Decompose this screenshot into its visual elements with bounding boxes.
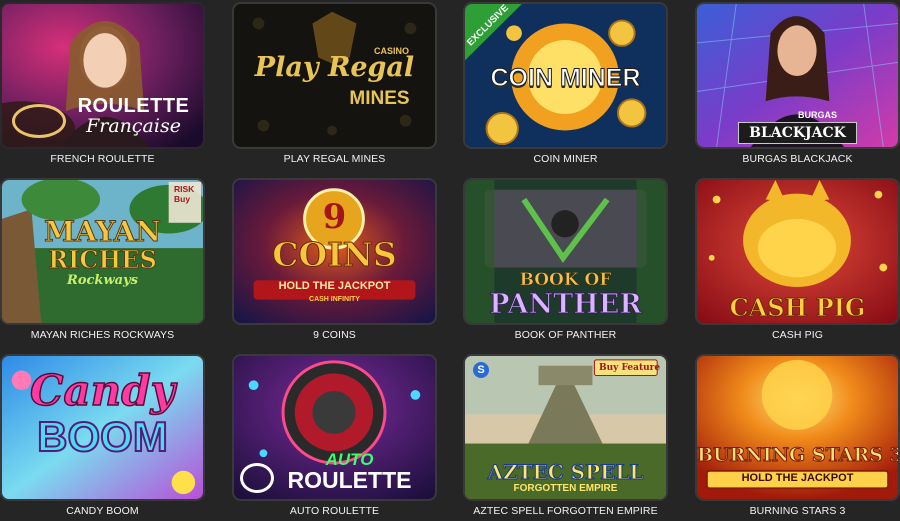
game-tile-burgas-blackjack[interactable]: BURGAS BLACKJACK BURGAS BLACKJACK [695, 2, 900, 166]
game-title: BURGAS BLACKJACK [742, 153, 853, 165]
game-grid: ROULETTE Française FRENCH ROULETTE CASIN… [0, 0, 900, 521]
game-title: CANDY BOOM [66, 505, 139, 517]
game-title: BOOK OF PANTHER [514, 329, 617, 341]
game-thumbnail[interactable]: CASINO Play Regal MINES [232, 2, 437, 149]
game-tile-auto-roulette[interactable]: AUTO ROULETTE AUTO ROULETTE [232, 354, 437, 518]
game-tile-coin-miner[interactable]: EXCLUSIVE COIN MINER COIN MINER [463, 2, 668, 166]
game-tile-cash-pig[interactable]: CASH PIG CASH PIG [695, 178, 900, 342]
game-thumbnail[interactable]: S Buy Feature AZTEC SPELL FORGOTTEN EMPI… [463, 354, 668, 501]
game-thumbnail[interactable]: AUTO ROULETTE [232, 354, 437, 501]
game-thumbnail[interactable]: BURNING STARS 3 HOLD THE JACKPOT [695, 354, 900, 501]
game-title: PLAY REGAL MINES [283, 153, 386, 165]
game-thumbnail[interactable]: BURGAS BLACKJACK [695, 2, 900, 149]
game-thumbnail[interactable]: EXCLUSIVE COIN MINER [463, 2, 668, 149]
game-title: COIN MINER [533, 153, 598, 165]
roulette-wheel-icon [240, 463, 274, 493]
roulette-wheel-icon [12, 104, 66, 138]
game-tile-french-roulette[interactable]: ROULETTE Française FRENCH ROULETTE [0, 2, 205, 166]
game-tile-book-of-panther[interactable]: BOOK OF PANTHER BOOK OF PANTHER [463, 178, 668, 342]
game-thumbnail[interactable]: CASH PIG [695, 178, 900, 325]
game-thumbnail[interactable]: Candy BOOM [0, 354, 205, 501]
game-thumbnail[interactable]: RISK Buy MAYAN RICHES Rockways [0, 178, 205, 325]
game-tile-mayan-riches-rockways[interactable]: RISK Buy MAYAN RICHES Rockways MAYAN RIC… [0, 178, 205, 342]
game-tile-candy-boom[interactable]: Candy BOOM CANDY BOOM [0, 354, 205, 518]
game-title: MAYAN RICHES ROCKWAYS [30, 329, 175, 341]
game-title: BURNING STARS 3 [749, 505, 846, 517]
game-tile-play-regal-mines[interactable]: CASINO Play Regal MINES PLAY REGAL MINES [232, 2, 437, 166]
game-thumbnail[interactable]: 9 COINS HOLD THE JACKPOT CASH INFINITY [232, 178, 437, 325]
game-tile-burning-stars-3[interactable]: BURNING STARS 3 HOLD THE JACKPOT BURNING… [695, 354, 900, 518]
game-title: AUTO ROULETTE [289, 505, 380, 517]
game-tile-9-coins[interactable]: 9 COINS HOLD THE JACKPOT CASH INFINITY 9… [232, 178, 437, 342]
game-title: AZTEC SPELL FORGOTTEN EMPIRE [473, 505, 658, 517]
game-thumbnail[interactable]: ROULETTE Française [0, 2, 205, 149]
game-title: 9 COINS [313, 329, 356, 341]
game-title: CASH PIG [772, 329, 823, 341]
game-title: FRENCH ROULETTE [50, 153, 155, 165]
game-thumbnail[interactable]: BOOK OF PANTHER [463, 178, 668, 325]
game-tile-aztec-spell[interactable]: S Buy Feature AZTEC SPELL FORGOTTEN EMPI… [463, 354, 668, 518]
